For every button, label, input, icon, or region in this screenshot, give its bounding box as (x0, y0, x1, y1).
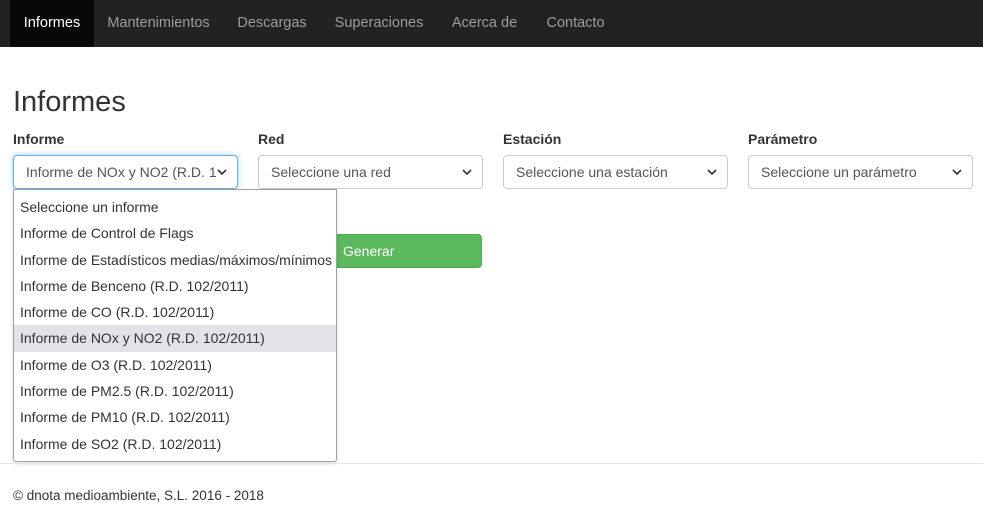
estacion-select-value: Seleccione una estación (516, 164, 668, 180)
nav-item-acerca-de[interactable]: Acerca de (437, 0, 532, 47)
dropdown-option[interactable]: Informe de PM2.5 (R.D. 102/2011) (14, 378, 336, 404)
nav-item-descargas[interactable]: Descargas (223, 0, 321, 47)
red-select-value: Seleccione una red (271, 164, 391, 180)
informe-label: Informe (13, 131, 65, 147)
nav-item-superaciones[interactable]: Superaciones (321, 0, 437, 47)
dropdown-option[interactable]: Informe de CO (R.D. 102/2011) (14, 299, 336, 325)
dropdown-option[interactable]: Informe de SO2 (R.D. 102/2011) (14, 431, 336, 457)
red-label: Red (258, 131, 285, 147)
estacion-select[interactable]: Seleccione una estación (503, 155, 728, 189)
dropdown-option[interactable]: Informe de Benceno (R.D. 102/2011) (14, 273, 336, 299)
estacion-label: Estación (503, 131, 562, 147)
dropdown-option[interactable]: Informe de Control de Flags (14, 220, 336, 246)
dropdown-option-selected[interactable]: Informe de NOx y NO2 (R.D. 102/2011) (14, 325, 336, 352)
nav-item-mantenimientos[interactable]: Mantenimientos (94, 0, 223, 47)
parametro-select-value: Seleccione un parámetro (761, 164, 917, 180)
informe-dropdown-list: Seleccione un informe Informe de Control… (13, 189, 337, 462)
footer-copyright: © dnota medioambiente, S.L. 2016 - 2018 (13, 488, 264, 503)
nav-item-informes[interactable]: Informes (10, 0, 94, 47)
generate-button[interactable]: Generar (331, 234, 482, 268)
dropdown-option[interactable]: Informe de PM10 (R.D. 102/2011) (14, 404, 336, 430)
parametro-select[interactable]: Seleccione un parámetro (748, 155, 973, 189)
dropdown-option[interactable]: Seleccione un informe (14, 194, 336, 220)
informe-select[interactable]: Informe de NOx y NO2 (R.D. 102/2011) (13, 155, 238, 189)
parametro-label: Parámetro (748, 131, 818, 147)
informe-select-value: Informe de NOx y NO2 (R.D. 102/2011) (26, 164, 216, 180)
top-navbar: Informes Mantenimientos Descargas Supera… (0, 0, 983, 47)
red-select[interactable]: Seleccione una red (258, 155, 483, 189)
chevron-down-icon (462, 169, 472, 176)
chevron-down-icon (952, 169, 962, 176)
footer-divider (0, 463, 983, 464)
dropdown-option[interactable]: Informe de Estadísticos medias/máximos/m… (14, 247, 336, 273)
chevron-down-icon (217, 169, 227, 176)
chevron-down-icon (707, 169, 717, 176)
dropdown-option[interactable]: Informe de O3 (R.D. 102/2011) (14, 352, 336, 378)
page-title: Informes (13, 86, 126, 118)
nav-item-contacto[interactable]: Contacto (532, 0, 619, 47)
